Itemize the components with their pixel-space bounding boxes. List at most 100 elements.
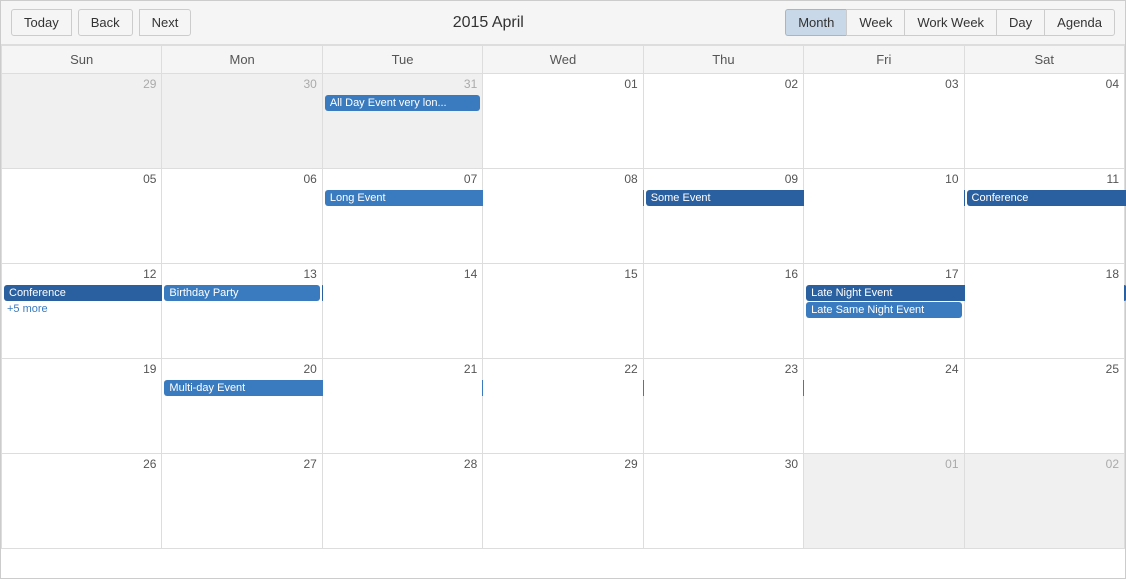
day-number: 23	[644, 359, 803, 379]
day-number: 13	[162, 264, 321, 284]
day-cell-3-2[interactable]: 21	[322, 359, 482, 454]
day-number: 15	[483, 264, 642, 284]
day-number: 30	[162, 74, 321, 94]
day-number: 01	[804, 454, 963, 474]
day-number: 25	[965, 359, 1124, 379]
day-number: 07	[323, 169, 482, 189]
day-number: 14	[323, 264, 482, 284]
week-row-4: 26272829300102	[2, 454, 1125, 549]
day-number: 26	[2, 454, 161, 474]
day-number: 02	[965, 454, 1124, 474]
day-number: 28	[323, 454, 482, 474]
day-cell-2-5[interactable]: 17Late Night EventLate Same Night Event	[804, 264, 964, 359]
day-number: 06	[162, 169, 321, 189]
day-number: 19	[2, 359, 161, 379]
view-week-button[interactable]: Week	[846, 9, 904, 36]
nav-buttons: Today Back Next	[11, 9, 191, 36]
day-number: 08	[483, 169, 642, 189]
day-number: 09	[644, 169, 803, 189]
view-workweek-button[interactable]: Work Week	[904, 9, 996, 36]
view-day-button[interactable]: Day	[996, 9, 1044, 36]
day-cell-4-4[interactable]: 30	[643, 454, 803, 549]
day-number: 27	[162, 454, 321, 474]
day-cell-0-3[interactable]: 01	[483, 74, 643, 169]
day-number: 29	[483, 454, 642, 474]
header-thu: Thu	[643, 46, 803, 74]
event-bar[interactable]: Birthday Party	[164, 285, 319, 301]
day-cell-1-1[interactable]: 06	[162, 169, 322, 264]
week-row-1: 050607Long Event0809Some Event1011Confer…	[2, 169, 1125, 264]
view-agenda-button[interactable]: Agenda	[1044, 9, 1115, 36]
day-cell-0-6[interactable]: 04	[964, 74, 1124, 169]
day-number: 11	[965, 169, 1124, 189]
day-cell-2-3[interactable]: 15	[483, 264, 643, 359]
header-mon: Mon	[162, 46, 322, 74]
week-row-3: 1920Multi-day Event2122232425	[2, 359, 1125, 454]
day-number: 22	[483, 359, 642, 379]
day-cell-2-1[interactable]: 13Birthday Party	[162, 264, 322, 359]
day-cell-0-0[interactable]: 29	[2, 74, 162, 169]
day-cell-4-1[interactable]: 27	[162, 454, 322, 549]
day-cell-4-2[interactable]: 28	[322, 454, 482, 549]
day-cell-2-4[interactable]: 16	[643, 264, 803, 359]
calendar-container: Today Back Next 2015 April Month Week Wo…	[0, 0, 1126, 579]
day-cell-3-6[interactable]: 25	[964, 359, 1124, 454]
week-row-0: 293031All Day Event very lon...01020304	[2, 74, 1125, 169]
today-button[interactable]: Today	[11, 9, 72, 36]
day-cell-1-2[interactable]: 07Long Event	[322, 169, 482, 264]
more-link[interactable]: +5 more	[2, 302, 161, 316]
view-buttons: Month Week Work Week Day Agenda	[785, 9, 1115, 36]
day-number: 04	[965, 74, 1124, 94]
week-row-2: 12Conference+5 more13Birthday Party14151…	[2, 264, 1125, 359]
day-number: 21	[323, 359, 482, 379]
day-cell-2-2[interactable]: 14	[322, 264, 482, 359]
day-cell-4-3[interactable]: 29	[483, 454, 643, 549]
day-cell-0-1[interactable]: 30	[162, 74, 322, 169]
back-button[interactable]: Back	[78, 9, 133, 36]
day-number: 05	[2, 169, 161, 189]
day-cell-3-1[interactable]: 20Multi-day Event	[162, 359, 322, 454]
day-cell-4-0[interactable]: 26	[2, 454, 162, 549]
day-number: 29	[2, 74, 161, 94]
day-number: 20	[162, 359, 321, 379]
day-cell-2-6[interactable]: 18	[964, 264, 1124, 359]
day-cell-0-2[interactable]: 31All Day Event very lon...	[322, 74, 482, 169]
day-number: 17	[804, 264, 963, 284]
day-cell-0-4[interactable]: 02	[643, 74, 803, 169]
day-number: 24	[804, 359, 963, 379]
day-number: 01	[483, 74, 642, 94]
day-cell-1-3[interactable]: 08	[483, 169, 643, 264]
day-cell-3-0[interactable]: 19	[2, 359, 162, 454]
event-bar[interactable]: Late Same Night Event	[806, 302, 961, 318]
day-cell-1-5[interactable]: 10	[804, 169, 964, 264]
day-cell-1-4[interactable]: 09Some Event	[643, 169, 803, 264]
event-bar[interactable]: Conference	[967, 190, 1126, 206]
calendar-grid: Sun Mon Tue Wed Thu Fri Sat 293031All Da…	[1, 45, 1125, 549]
day-cell-1-6[interactable]: 11Conference	[964, 169, 1124, 264]
day-cell-3-4[interactable]: 23	[643, 359, 803, 454]
header-wed: Wed	[483, 46, 643, 74]
calendar-title: 2015 April	[191, 14, 785, 32]
day-number: 30	[644, 454, 803, 474]
day-number: 12	[2, 264, 161, 284]
header-sat: Sat	[964, 46, 1124, 74]
day-cell-3-3[interactable]: 22	[483, 359, 643, 454]
day-number: 16	[644, 264, 803, 284]
day-cell-1-0[interactable]: 05	[2, 169, 162, 264]
day-cell-0-5[interactable]: 03	[804, 74, 964, 169]
event-bar[interactable]: All Day Event very lon...	[325, 95, 480, 111]
header-fri: Fri	[804, 46, 964, 74]
day-cell-4-6[interactable]: 02	[964, 454, 1124, 549]
day-headers-row: Sun Mon Tue Wed Thu Fri Sat	[2, 46, 1125, 74]
view-month-button[interactable]: Month	[785, 9, 846, 36]
day-number: 10	[804, 169, 963, 189]
day-cell-2-0[interactable]: 12Conference+5 more	[2, 264, 162, 359]
day-number: 31	[323, 74, 482, 94]
header-tue: Tue	[322, 46, 482, 74]
day-number: 18	[965, 264, 1124, 284]
next-button[interactable]: Next	[139, 9, 192, 36]
day-cell-3-5[interactable]: 24	[804, 359, 964, 454]
day-cell-4-5[interactable]: 01	[804, 454, 964, 549]
day-number: 02	[644, 74, 803, 94]
toolbar: Today Back Next 2015 April Month Week Wo…	[1, 1, 1125, 45]
